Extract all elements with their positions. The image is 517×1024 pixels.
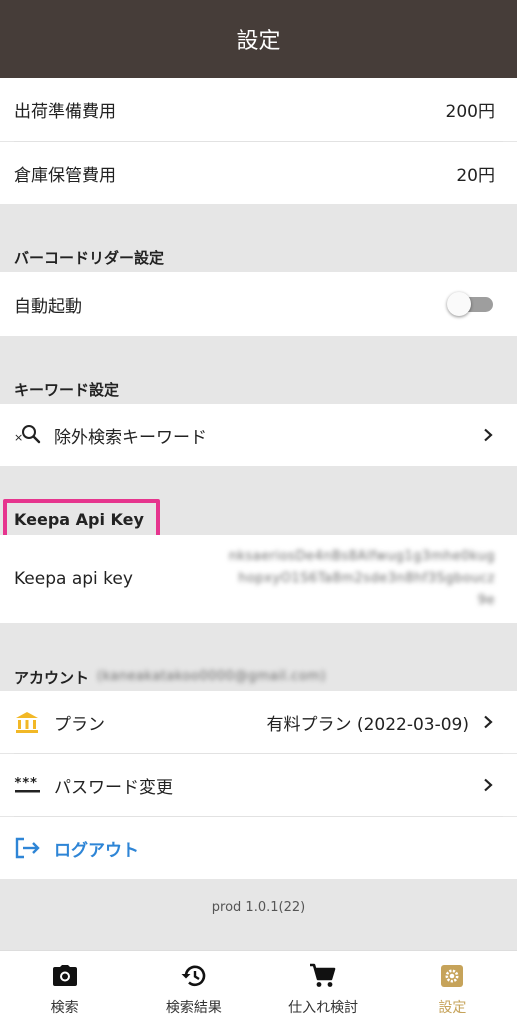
- tab-search-results[interactable]: 検索結果: [129, 951, 258, 1024]
- plan-label: プラン: [54, 714, 105, 735]
- password-change-row[interactable]: *** パスワード変更: [0, 754, 517, 816]
- exclude-keyword-label: 除外検索キーワード: [54, 427, 207, 448]
- shipping-prep-cost-value: 200円: [445, 102, 495, 122]
- tab-purchase-review-label: 仕入れ検討: [288, 1000, 359, 1016]
- password-icon: ***: [14, 773, 44, 797]
- version-text: prod 1.0.1(22): [211, 900, 306, 915]
- logout-row[interactable]: ログアウト: [0, 817, 517, 879]
- svg-text:×: ×: [14, 431, 23, 444]
- keepa-api-key-line: hopxyO1S6Ta8m2sde3n8hf3Sgboucz: [238, 571, 495, 586]
- account-email: (kaneakatakoo0000@gmail.com): [97, 669, 327, 684]
- chevron-right-icon: [481, 427, 495, 443]
- plan-value: 有料プラン (2022-03-09): [266, 714, 469, 735]
- auto-start-row: 自動起動: [0, 272, 517, 336]
- chevron-right-icon: [481, 714, 495, 730]
- keepa-api-key-line: 9e: [477, 593, 495, 608]
- storage-cost-label: 倉庫保管費用: [14, 165, 116, 186]
- tab-settings[interactable]: 設定: [388, 951, 517, 1024]
- tab-search[interactable]: 検索: [0, 951, 129, 1024]
- keepa-api-key-value: nksaeriosDe4nBs8Alfwug1g3mhe0kug hopxyO1…: [155, 546, 495, 612]
- keyword-section-title: キーワード設定: [14, 381, 120, 399]
- cart-icon: [309, 963, 337, 989]
- keepa-api-key-row[interactable]: Keepa api key nksaeriosDe4nBs8Alfwug1g3m…: [0, 535, 517, 623]
- auto-start-toggle[interactable]: [447, 292, 495, 316]
- svg-text:***: ***: [14, 776, 38, 791]
- tab-search-label: 検索: [50, 1000, 79, 1016]
- keepa-section-title: Keepa Api Key: [14, 510, 144, 529]
- page-title: 設定: [236, 29, 281, 54]
- password-change-label: パスワード変更: [54, 777, 173, 798]
- bottom-tab-bar: 検索 検索結果 仕入れ検討 設定: [0, 950, 517, 1024]
- storage-cost-value: 20円: [456, 165, 495, 186]
- barcode-section-title: バーコードリダー設定: [14, 249, 165, 267]
- logout-label: ログアウト: [54, 840, 139, 861]
- auto-start-label: 自動起動: [14, 296, 82, 317]
- keepa-api-key-line: nksaeriosDe4nBs8Alfwug1g3mhe0kug: [228, 549, 495, 564]
- account-title-label: アカウント: [14, 668, 90, 687]
- chevron-right-icon: [481, 777, 495, 793]
- shipping-prep-cost-row[interactable]: 出荷準備費用 200円: [0, 78, 517, 141]
- exclude-keyword-row[interactable]: × 除外検索キーワード: [0, 404, 517, 466]
- shipping-prep-cost-label: 出荷準備費用: [14, 102, 116, 122]
- account-section-title: アカウント (kaneakatakoo0000@gmail.com): [14, 666, 504, 688]
- keepa-api-key-label: Keepa api key: [14, 569, 133, 589]
- app-header: 設定: [0, 0, 517, 78]
- logout-icon: [14, 836, 44, 860]
- history-icon: [180, 963, 208, 989]
- bank-icon: [14, 710, 44, 734]
- gear-icon: [440, 963, 464, 989]
- search-off-icon: ×: [14, 423, 44, 447]
- tab-purchase-review[interactable]: 仕入れ検討: [259, 951, 388, 1024]
- storage-cost-row[interactable]: 倉庫保管費用 20円: [0, 142, 517, 204]
- tab-settings-label: 設定: [438, 1000, 467, 1016]
- camera-icon: [52, 963, 78, 989]
- toggle-knob: [447, 292, 471, 316]
- plan-row[interactable]: プラン 有料プラン (2022-03-09): [0, 691, 517, 753]
- tab-search-results-label: 検索結果: [165, 1000, 222, 1016]
